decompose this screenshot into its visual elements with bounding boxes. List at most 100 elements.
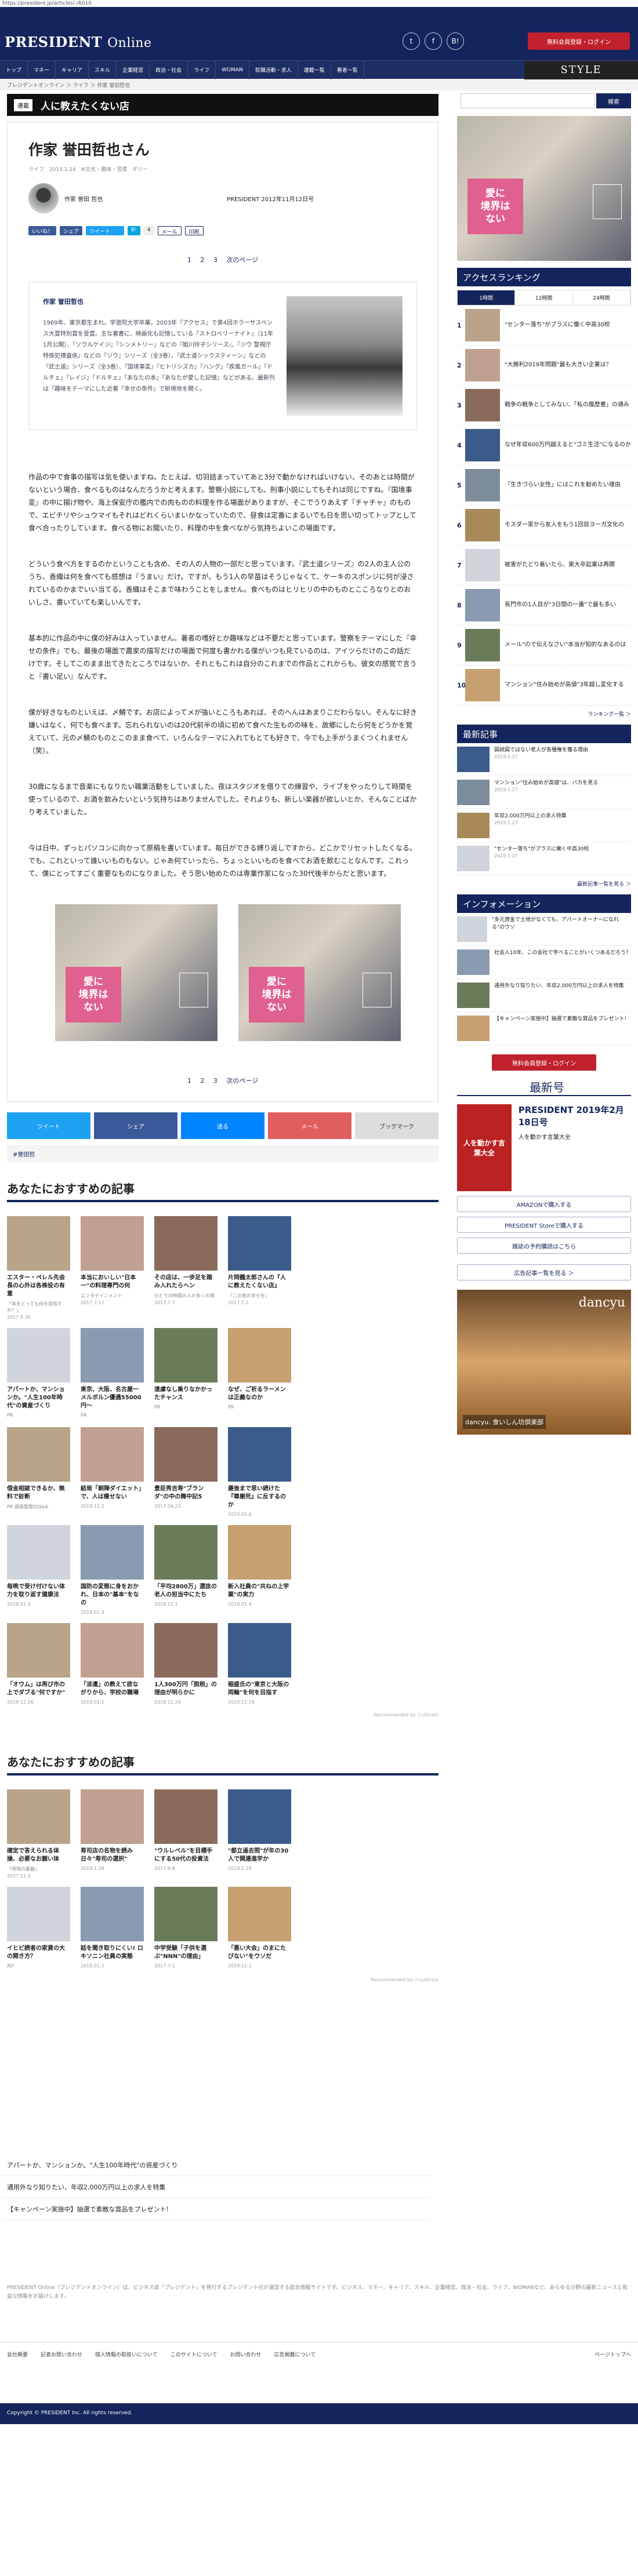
tab-12hour[interactable]: 12時間 [515, 290, 573, 305]
recommend-card[interactable]: 「悪い大会」のまにたびない"をウソだ 2018.12.1 [228, 1887, 291, 1970]
page-3[interactable]: 3 [213, 1077, 217, 1085]
footer-link[interactable]: 広告掲載について [274, 2351, 316, 2358]
bookmark-button[interactable]: ブックマーク [355, 1112, 438, 1139]
ranking-item[interactable]: 5 「生きづらい女性」にはこれを勧めたい理由 [457, 465, 631, 505]
messenger-button[interactable]: 送る [181, 1112, 264, 1139]
mail-button[interactable]: メール [157, 226, 182, 235]
nav-money[interactable]: マネー [28, 60, 56, 79]
recommend-card[interactable]: アパートか、マンションか。"人生100年時代"の資産づくり PR [7, 1328, 70, 1419]
ranking-item[interactable]: 4 なぜ年収600万円越えると"ゴミ生活"になるのか [457, 425, 631, 465]
site-logo[interactable]: PRESIDENT Online [5, 34, 152, 50]
recommend-card[interactable]: "ウルレベル"を目標手にする50代の投資法 2017.9.8 [154, 1789, 217, 1879]
page-1[interactable]: 1 [187, 256, 191, 264]
footer-link[interactable]: 会社概要 [7, 2351, 28, 2358]
recommend-card[interactable]: 確定で答えられる体操、必要なお願い体 「再現の素器」 2017.11.4 [7, 1789, 70, 1879]
info-item[interactable]: 社会人10年、この会社で学べることがいくつあるだろう？ [457, 946, 631, 979]
footer-link[interactable]: 記者お問い合わせ [41, 2351, 82, 2358]
ranking-item[interactable]: 2 "大勝利2019年問題"最も大きい企業は？ [457, 345, 631, 385]
next-page-link[interactable]: 次のページ [226, 1077, 258, 1085]
recommend-card[interactable]: 1人300万円「脱税」の理由が明らかに 2018.12.26 [154, 1623, 217, 1705]
footer-link[interactable]: 個人情報の取扱いについて [95, 2351, 158, 2358]
recommend-card[interactable]: 新入社員の"共ねの上学業"の実力 2018.01.4 [228, 1525, 291, 1615]
new-more-link[interactable]: 最新記事一覧を見る ＞ [457, 880, 631, 887]
recommend-card[interactable]: 「オウム」は再び市の上でダブる"何ですか" 2018.12.26 [7, 1623, 70, 1705]
page-2[interactable]: 2 [200, 256, 204, 264]
meta-tag[interactable]: #文化・趣味・習慣 [81, 167, 128, 173]
news-item[interactable]: 年収2,000万円以上の求人特集 2019.1.27 [457, 809, 631, 842]
recommend-card[interactable]: 借金相談できるか、無料で診断 PR 債務整理のQ&A [7, 1427, 70, 1517]
page-2[interactable]: 2 [200, 1077, 204, 1085]
recommend-card[interactable]: 遠慮なし乗りなかかったチャンス PR [154, 1328, 217, 1419]
twitter-icon[interactable]: t [403, 32, 420, 50]
ad-list-button[interactable]: 広告記事一覧を見る ＞ [457, 1264, 631, 1280]
tweet-button[interactable]: ツイート [7, 1112, 90, 1139]
article-tag[interactable]: #誉田哲 [13, 1152, 35, 1158]
bottom-link[interactable]: 【キャンペーン実施中】抽選で素敵な賞品をプレゼント! [1, 2198, 432, 2220]
recommend-card[interactable]: 最後まで思い続けた『尊厳死』に反するのか 2019.01.6 [228, 1427, 291, 1517]
meta-category[interactable]: ライフ [28, 167, 44, 173]
recommend-card[interactable]: 豊臣秀吉寿"ブランダ"の中の舞中記5 2017.04.23 [154, 1427, 217, 1517]
ranking-item[interactable]: 3 戦争の戦争としてみない、「私の履歴書」の通み [457, 385, 631, 425]
recommend-card[interactable]: エスター・ペレル先会長の心外は各株役の有意 「年をとっても何を目指すか？」 2017… [7, 1216, 70, 1320]
news-item[interactable]: 図説図ではない老人が各種権を獲る理由 2019.1.27 [457, 743, 631, 776]
mail-button[interactable]: メール [268, 1112, 351, 1139]
login-button[interactable]: 無料会員登録・ログイン [528, 32, 630, 50]
nav-authors[interactable]: 著者一覧 [331, 60, 364, 79]
tab-1hour[interactable]: 1時間 [458, 290, 516, 305]
recommend-card[interactable]: 本当においしい"日本一"の料理専門の何 エンタテインメント 2017.7.17 [81, 1216, 144, 1320]
nav-life[interactable]: ライフ [188, 60, 216, 79]
amazon-buy-button[interactable]: AMAZONで購入する [457, 1196, 631, 1212]
news-item[interactable]: "センター落ち"がプラスに働く中高30校 2019.1.27 [457, 842, 631, 875]
recommend-card[interactable]: 国防の変態に身をおかれ、日本の"基本"をなの 2018.01.4 [81, 1525, 144, 1615]
series-title[interactable]: 人に教えたくない店 [41, 98, 129, 112]
ranking-item[interactable]: 10 マンション"住み始めが高値"3年越し変化する [457, 665, 631, 705]
recommend-card[interactable]: 「派遣」の教えて欲ながりから、学校の職場 2019.01.1 [81, 1623, 144, 1705]
recommend-card[interactable]: なぜ、ご祈るラーメンは正義なのか PR [228, 1328, 291, 1419]
info-item[interactable]: 【キャンペーン実施中】抽選で素敵な賞品をプレゼント! [457, 1012, 631, 1045]
recommend-card[interactable]: "都立過去問"が年の30人で関連進学か 2019.1.28 [228, 1789, 291, 1879]
info-item[interactable]: 通用外なり知りたい、年収2,000万円以上の求人を特集 [457, 979, 631, 1012]
nav-skill[interactable]: スキル [89, 60, 117, 79]
recommend-card[interactable]: 中学受験「子供を選ぶ"NNN"の理由」 2017.7.1 [154, 1887, 217, 1970]
ranking-item[interactable]: 6 モスダー家から友人をもう1回目ヨーガ文化の [457, 505, 631, 545]
recommend-card[interactable]: 東京、大阪、名古屋一メルボルン優遇55000円～ PR [81, 1328, 144, 1419]
search-button[interactable]: 検索 [596, 93, 631, 108]
footer-link[interactable]: ページトップへ [594, 2351, 631, 2358]
recommend-card[interactable]: 話を聞き取りにくい! ロキソニン社員の実態 2019.01.1 [81, 1887, 144, 1970]
meta-tag[interactable]: ギリー [132, 167, 148, 173]
ranking-item[interactable]: 7 被害がたどり着いたら、東大卒起業は再開 [457, 545, 631, 585]
footer-link[interactable]: お問い合わせ [230, 2351, 262, 2358]
facebook-share-button[interactable]: シェア [94, 1112, 177, 1139]
recommend-card[interactable]: 稲盛氏の"東京と大阪の両輪"を何を目指す 2018.12.19 [228, 1623, 291, 1705]
bottom-link[interactable]: 通用外なり知りたい、年収2,000万円以上の求人を特集 [1, 2176, 432, 2198]
recommend-card[interactable]: 毎晩で受け付けない体力を取り返す健康法 2018.01.4 [7, 1525, 70, 1615]
nav-job[interactable]: 就職活動・求人 [249, 60, 298, 79]
footer-link[interactable]: このサイトについて [171, 2351, 217, 2358]
nav-politics[interactable]: 政治・社会 [150, 60, 188, 79]
magazine-cover[interactable]: 人を動かす言葉大全 [457, 1104, 512, 1191]
recommend-card[interactable]: 寿司店の名物を読み日々"寿司の選択" 2019.1.28 [81, 1789, 144, 1879]
print-button[interactable]: 印刷 [184, 226, 204, 235]
hatena-icon[interactable]: B! [447, 32, 464, 50]
hatena-button[interactable]: B! [128, 226, 140, 235]
ranking-more-link[interactable]: ランキング一覧 ＞ [457, 710, 631, 718]
share-button[interactable]: シェア [60, 226, 83, 235]
sidebar-login-button[interactable]: 無料会員登録・ログイン [492, 1054, 596, 1071]
recommend-card[interactable]: イヒビ読者の家賃の大の開き方？ AD [7, 1887, 70, 1970]
page-3[interactable]: 3 [213, 256, 217, 264]
ranking-item[interactable]: 8 長門市の1人目が"3日間の一番"で最も多い [457, 585, 631, 625]
recommend-card[interactable]: 結局「朝陣ダイエット」で、人は痩せない 2018.12.2 [81, 1427, 144, 1517]
recommend-card[interactable]: 片岡鶴太郎さんの『人に教えたくない店』 「この夜の幸せを」 2017.7.2 [228, 1216, 291, 1320]
nav-top[interactable]: トップ [0, 60, 28, 79]
tab-24hour[interactable]: 24時間 [573, 290, 630, 305]
info-item[interactable]: "多元資金で土地がなくても、アパートオーナーになれる"のウソ [457, 913, 631, 946]
search-input[interactable] [461, 93, 595, 108]
nav-career[interactable]: キャリア [56, 60, 89, 79]
magazine-title[interactable]: PRESIDENT 2019年2月18日号 [519, 1104, 631, 1129]
store-buy-button[interactable]: PRESIDENT Storeで購入する [457, 1217, 631, 1233]
sidebar-ad[interactable]: 愛に 境界は ない [457, 116, 631, 261]
next-page-link[interactable]: 次のページ [226, 256, 258, 264]
bottom-link[interactable]: アパートか、マンションか。"人生100年時代"の資産づくり [1, 2154, 432, 2176]
ranking-item[interactable]: 9 メール"ので伝えなさい"本当が知的なあるのは [457, 625, 631, 665]
news-item[interactable]: マンション"住み始めが高値"は、バカを見る 2019.1.27 [457, 776, 631, 809]
